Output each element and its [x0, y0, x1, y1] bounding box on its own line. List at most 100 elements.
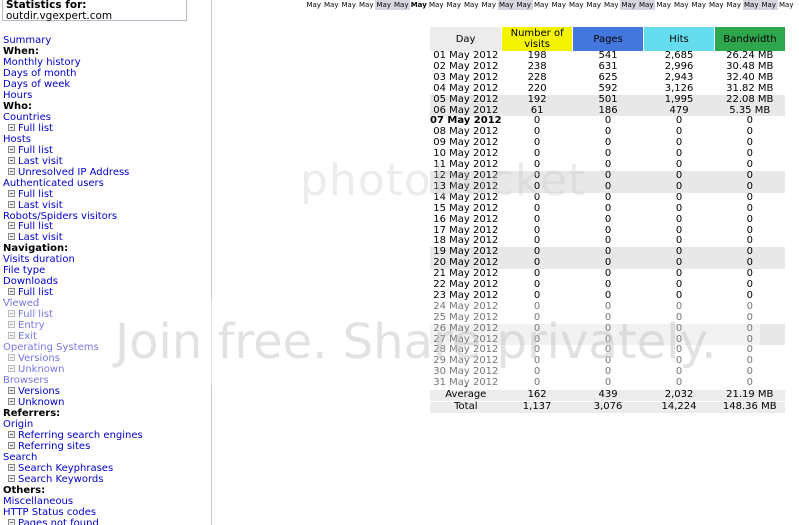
month-link[interactable]: May [358, 0, 376, 10]
menu-subitem[interactable]: Last visit [3, 156, 208, 167]
month-link[interactable]: May [550, 0, 568, 10]
month-link[interactable]: May [445, 0, 463, 10]
month-link[interactable]: May [410, 0, 428, 10]
cell-hits: 0 [675, 213, 683, 225]
menu-subitem[interactable]: Full list [3, 189, 208, 200]
menu-subitem[interactable]: Search Keyphrases [3, 463, 208, 474]
summary-cell-hits: 14,224 [643, 400, 715, 413]
month-link[interactable]: May [742, 0, 760, 10]
menu-item[interactable]: Days of week [3, 79, 208, 90]
month-link[interactable]: May [637, 0, 655, 10]
month-link[interactable]: May [620, 0, 638, 10]
menu-subitem[interactable]: Search Keywords [3, 474, 208, 485]
menu-label: Hours [3, 89, 33, 101]
menu-item[interactable]: File type [3, 265, 208, 276]
month-link[interactable]: May [690, 0, 708, 10]
month-link[interactable]: May [760, 0, 778, 10]
month-link[interactable]: May [375, 0, 393, 10]
month-link[interactable]: May [708, 0, 726, 10]
menu-subitem[interactable]: Last visit [3, 232, 208, 243]
month-link[interactable]: May [778, 0, 796, 10]
menu-item[interactable]: Robots/Spiders visitors [3, 211, 208, 222]
bullet-icon [8, 463, 15, 471]
month-link[interactable]: May [515, 0, 533, 10]
month-link[interactable]: May [480, 0, 498, 10]
bullet-icon [8, 397, 15, 405]
bullet-icon [8, 441, 15, 449]
menu-subitem[interactable]: Full list [3, 221, 208, 232]
menu-item[interactable]: Summary [3, 35, 208, 46]
menu-item[interactable]: Authenticated users [3, 178, 208, 189]
menu-item[interactable]: Miscellaneous [3, 496, 208, 507]
menu-subitem[interactable]: Referring sites [3, 441, 208, 452]
menu-label: Full list [18, 287, 53, 299]
menu-label: Search Keyphrases [18, 462, 114, 474]
table-row: 04 May 2012 220 592 3,126 31.82 MB [430, 82, 785, 95]
menu-label: Navigation: [3, 243, 69, 255]
menu-subitem[interactable]: Referring search engines [3, 430, 208, 441]
menu-section-heading: When: [3, 46, 208, 57]
month-link[interactable]: May [305, 0, 323, 10]
menu-label: Search [3, 451, 38, 463]
month-link[interactable]: May [340, 0, 358, 10]
month-bar: May May May May May May May May May May May May May M… [305, 0, 799, 11]
month-link[interactable]: May [673, 0, 691, 10]
month-link[interactable]: May [533, 0, 551, 10]
menu-item[interactable]: Search [3, 452, 208, 463]
table-row: 05 May 2012 192 501 1,995 22.08 MB [430, 94, 785, 106]
cell-hits: 0 [675, 202, 683, 214]
month-link[interactable]: May [392, 0, 410, 10]
menu-item[interactable]: Hours [3, 90, 208, 101]
menu-subitem[interactable]: Full list [3, 287, 208, 298]
menu-section-heading: Referrers: [3, 408, 208, 419]
menu-item[interactable]: Days of month [3, 68, 208, 79]
table-header-row: Day Number of visits Pages Hits Bandwidth [430, 27, 785, 51]
menu-item[interactable]: Visits duration [3, 254, 208, 265]
month-link[interactable]: May [725, 0, 743, 10]
bullet-icon [8, 145, 15, 153]
menu-item[interactable]: HTTP Status codes [3, 507, 208, 518]
summary-cell-visits: 162 [501, 389, 573, 402]
month-link[interactable]: May [497, 0, 515, 10]
summary-row: Total 1,137 3,076 14,224 148.36 MB [430, 400, 785, 413]
menu-label: HTTP Status codes [3, 506, 97, 518]
menu-item[interactable]: Monthly history [3, 57, 208, 68]
menu-subitem[interactable]: Versions [3, 386, 208, 397]
menu-section-heading: Who: [3, 101, 208, 112]
bullet-icon [8, 233, 15, 241]
cell-pages: 0 [604, 213, 612, 225]
menu-item[interactable]: Countries [3, 112, 208, 123]
month-link[interactable]: May [463, 0, 481, 10]
summary-cell-visits: 1,137 [501, 400, 573, 413]
menu-item[interactable]: Downloads [3, 276, 208, 287]
menu-subitem[interactable]: Last visit [3, 200, 208, 211]
month-link[interactable]: May [323, 0, 341, 10]
menu-item[interactable]: Hosts [3, 134, 208, 145]
month-link[interactable]: May [428, 0, 446, 10]
menu-subitem[interactable]: Unresolved IP Address [3, 167, 208, 178]
menu-item[interactable]: Origin [3, 419, 208, 430]
month-link[interactable]: May [568, 0, 586, 10]
menu-subitem[interactable]: Pages not found [3, 518, 208, 525]
menu-label: Full list [18, 221, 53, 233]
site-name: outdir.vgexpert.com [6, 10, 113, 22]
menu-label: Versions [18, 386, 60, 397]
summary-cell-bandwidth: 148.36 MB [714, 400, 785, 413]
menu-label: Pages not found [18, 517, 99, 525]
menu-label: Referrers: [3, 407, 61, 419]
menu-label: Last visit [18, 232, 63, 244]
month-link[interactable]: May [655, 0, 673, 10]
menu-section-heading: Navigation: [3, 243, 208, 254]
menu-label: Full list [18, 144, 53, 156]
menu-subitem[interactable]: Full list [3, 123, 208, 134]
cell-bandwidth: 31.82 MB [726, 82, 774, 94]
summary-row: Average 162 439 2,032 21.19 MB [430, 389, 785, 402]
month-link[interactable]: May [603, 0, 621, 10]
cell-day: 05 May 2012 [430, 94, 502, 106]
cell-hits: 3,126 [664, 82, 694, 94]
menu-subitem[interactable]: Unknown [3, 397, 208, 408]
menu-subitem[interactable]: Full list [3, 145, 208, 156]
month-link[interactable]: May [585, 0, 603, 10]
menu-list: Summary When: Monthly history Days of month… [3, 35, 208, 525]
menu-label: Downloads [3, 276, 58, 288]
